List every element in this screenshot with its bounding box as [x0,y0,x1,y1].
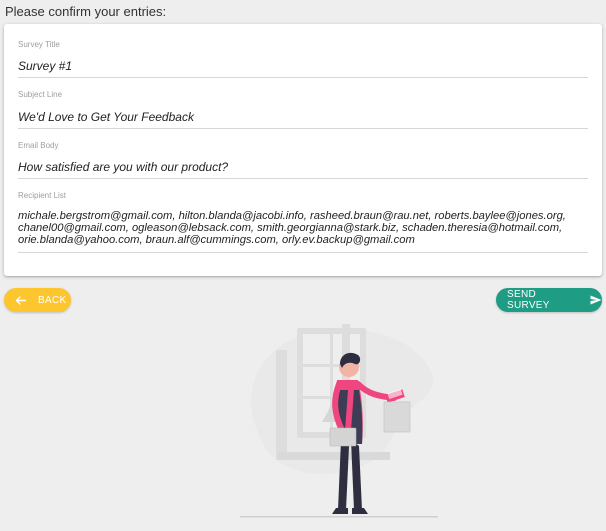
subject-line-value: We'd Love to Get Your Feedback [18,110,194,124]
page-heading: Please confirm your entries: [5,4,167,19]
person-holding-mail-illustration [238,322,440,520]
recipient-list-field: Recipient List michale.bergstrom@gmail.c… [18,191,588,253]
arrow-left-icon [15,295,26,305]
send-survey-button-label: Send Survey [507,289,550,311]
send-icon [590,295,602,305]
email-body-label: Email Body [18,141,59,150]
survey-title-field: Survey Title Survey #1 [18,40,588,78]
back-button-label: Back [38,294,67,306]
confirm-survey-page: Please confirm your entries: Survey Titl… [0,0,606,531]
survey-title-value: Survey #1 [18,59,73,73]
back-button[interactable]: Back [4,288,71,312]
email-body-field: Email Body How satisfied are you with ou… [18,141,588,179]
subject-line-label: Subject Line [18,90,63,99]
recipient-list-value: michale.bergstrom@gmail.com, hilton.blan… [18,210,566,246]
recipient-list-label: Recipient List [18,191,67,200]
review-card: Survey Title Survey #1 Subject Line We'd… [4,24,602,276]
send-survey-button[interactable]: Send Survey [496,288,602,312]
subject-line-field: Subject Line We'd Love to Get Your Feedb… [18,90,588,129]
email-body-value: How satisfied are you with our product? [18,160,229,174]
survey-title-label: Survey Title [18,40,60,49]
